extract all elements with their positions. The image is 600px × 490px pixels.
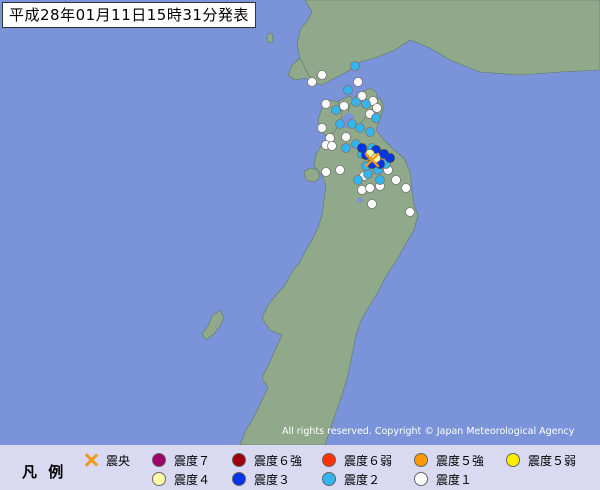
observation-point-intensity-1 <box>367 199 377 209</box>
legend-label: 震度７ <box>174 453 211 468</box>
legend-item-int6minus: 震度６弱 <box>322 452 392 468</box>
lake-towada <box>357 197 363 203</box>
observation-point-intensity-1 <box>391 175 401 185</box>
legend-item-epicenter: 震央 <box>84 452 130 468</box>
legend-item-int4: 震度４ <box>152 471 210 487</box>
intensity-3-icon <box>232 472 246 486</box>
observation-point-intensity-1 <box>317 70 327 80</box>
legend-label: 震央 <box>106 453 131 468</box>
observation-point-intensity-2 <box>331 105 341 115</box>
legend-item-int5minus: 震度５弱 <box>506 452 576 468</box>
legend-label: 震度２ <box>344 472 381 487</box>
observation-point-intensity-2 <box>351 97 361 107</box>
legend-label: 震度５弱 <box>528 453 577 468</box>
observation-point-intensity-1 <box>321 99 331 109</box>
observation-point-intensity-2 <box>375 175 385 185</box>
intensity-6-plus-icon <box>232 453 246 467</box>
observation-point-intensity-2 <box>365 127 375 137</box>
legend-label: 震度４ <box>174 472 211 487</box>
epicenter-cross-icon <box>84 453 98 467</box>
legend-item-int5plus: 震度５強 <box>414 452 484 468</box>
observation-point-intensity-1 <box>321 167 331 177</box>
intensity-7-icon <box>152 453 166 467</box>
observation-point-intensity-1 <box>327 141 337 151</box>
observation-point-intensity-1 <box>353 77 363 87</box>
legend-label: 震度１ <box>436 472 473 487</box>
intensity-5-minus-icon <box>506 453 520 467</box>
observation-point-intensity-2 <box>371 113 381 123</box>
announcement-title: 平成28年01月11日15時31分発表 <box>2 2 256 28</box>
intensity-5-plus-icon <box>414 453 428 467</box>
intensity-1-icon <box>414 472 428 486</box>
oga-peninsula <box>303 167 321 183</box>
legend-label: 震度５強 <box>436 453 485 468</box>
observation-point-intensity-3 <box>385 153 395 163</box>
legend-label: 震度３ <box>254 472 291 487</box>
observation-point-intensity-1 <box>335 165 345 175</box>
observation-point-intensity-2 <box>343 85 353 95</box>
observation-point-intensity-2 <box>363 169 373 179</box>
legend-item-int7: 震度７ <box>152 452 210 468</box>
legend-item-int2: 震度２ <box>322 471 380 487</box>
copyright-notice: All rights reserved. Copyright © Japan M… <box>282 426 575 437</box>
observation-point-intensity-2 <box>341 143 351 153</box>
observation-point-intensity-1 <box>339 101 349 111</box>
observation-point-intensity-1 <box>405 207 415 217</box>
observation-point-intensity-1 <box>341 132 351 142</box>
observation-point-intensity-1 <box>401 183 411 193</box>
observation-point-intensity-1 <box>365 183 375 193</box>
observation-point-intensity-2 <box>361 99 371 109</box>
legend-item-int3: 震度３ <box>232 471 290 487</box>
observation-point-intensity-2 <box>353 175 363 185</box>
legend: 凡 例 震央 震度７ 震度６強 震度６弱 震度５強 震度５弱 震度４ 震度３ 震… <box>0 445 600 490</box>
intensity-4-icon <box>152 472 166 486</box>
legend-label: 震度６弱 <box>344 453 393 468</box>
observation-point-intensity-1 <box>357 185 367 195</box>
observation-point-intensity-2 <box>347 119 357 129</box>
legend-label: 震度６強 <box>254 453 303 468</box>
intensity-6-minus-icon <box>322 453 336 467</box>
legend-item-int1: 震度１ <box>414 471 472 487</box>
observation-point-intensity-2 <box>355 123 365 133</box>
intensity-2-icon <box>322 472 336 486</box>
observation-point-intensity-2 <box>335 119 345 129</box>
japan-map <box>0 0 600 490</box>
legend-item-int6plus: 震度６強 <box>232 452 302 468</box>
observation-point-intensity-1 <box>307 77 317 87</box>
observation-point-intensity-1 <box>317 123 327 133</box>
okushiri-island <box>266 32 274 44</box>
observation-point-intensity-2 <box>350 61 360 71</box>
legend-title: 凡 例 <box>22 463 67 481</box>
